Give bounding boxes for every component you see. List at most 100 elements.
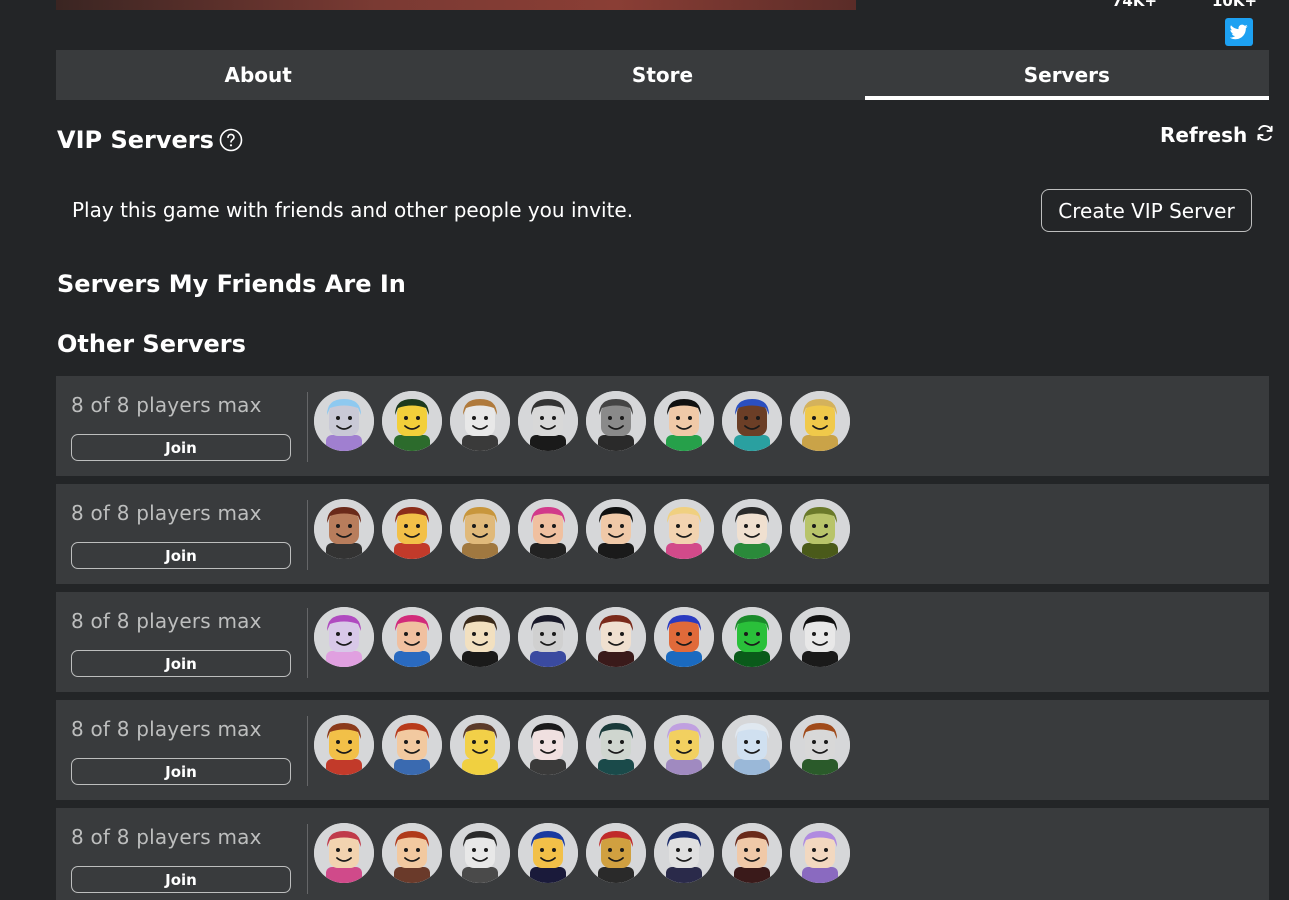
- player-avatar[interactable]: [722, 391, 782, 451]
- tab-store[interactable]: Store: [460, 50, 864, 100]
- avatar-headshot-icon: [382, 499, 442, 559]
- player-avatar[interactable]: [314, 391, 374, 451]
- player-avatar[interactable]: [518, 823, 578, 883]
- player-avatar[interactable]: [450, 823, 510, 883]
- player-avatar[interactable]: [450, 499, 510, 559]
- row-divider: [307, 392, 308, 462]
- player-avatar[interactable]: [790, 823, 850, 883]
- tab-about[interactable]: About: [56, 50, 460, 100]
- player-avatar[interactable]: [518, 607, 578, 667]
- player-avatar[interactable]: [382, 499, 442, 559]
- server-row: 8 of 8 players max Join: [56, 592, 1269, 692]
- player-avatars: [314, 499, 850, 559]
- friends-servers-title: Servers My Friends Are In: [57, 270, 406, 298]
- player-avatar[interactable]: [722, 715, 782, 775]
- player-avatar[interactable]: [790, 499, 850, 559]
- avatar-headshot-icon: [790, 499, 850, 559]
- avatar-headshot-icon: [382, 715, 442, 775]
- player-avatar[interactable]: [450, 391, 510, 451]
- join-button[interactable]: Join: [71, 434, 291, 461]
- vip-servers-title: VIP Servers: [57, 126, 214, 154]
- player-avatar[interactable]: [450, 715, 510, 775]
- avatar-headshot-icon: [450, 607, 510, 667]
- player-avatar[interactable]: [654, 499, 714, 559]
- player-avatar[interactable]: [654, 391, 714, 451]
- avatar-headshot-icon: [722, 499, 782, 559]
- avatar-headshot-icon: [790, 715, 850, 775]
- avatar-headshot-icon: [654, 499, 714, 559]
- avatar-headshot-icon: [314, 607, 374, 667]
- player-avatar[interactable]: [450, 607, 510, 667]
- player-avatar[interactable]: [790, 715, 850, 775]
- player-avatar[interactable]: [790, 391, 850, 451]
- player-avatar[interactable]: [586, 823, 646, 883]
- help-icon[interactable]: [219, 128, 243, 152]
- player-avatars: [314, 607, 850, 667]
- avatar-headshot-icon: [518, 499, 578, 559]
- vip-description: Play this game with friends and other pe…: [72, 198, 634, 222]
- avatar-headshot-icon: [586, 499, 646, 559]
- row-divider: [307, 608, 308, 678]
- player-avatar[interactable]: [586, 499, 646, 559]
- player-avatar[interactable]: [314, 715, 374, 775]
- player-avatar[interactable]: [518, 715, 578, 775]
- avatar-headshot-icon: [450, 391, 510, 451]
- avatar-headshot-icon: [722, 607, 782, 667]
- avatar-headshot-icon: [382, 391, 442, 451]
- avatar-headshot-icon: [314, 823, 374, 883]
- other-servers-title: Other Servers: [57, 330, 246, 358]
- player-avatar[interactable]: [314, 607, 374, 667]
- twitter-icon[interactable]: [1225, 18, 1253, 46]
- player-avatar[interactable]: [654, 715, 714, 775]
- refresh-button[interactable]: Refresh: [1160, 122, 1275, 148]
- game-tabs: About Store Servers: [56, 50, 1270, 100]
- create-vip-server-button[interactable]: Create VIP Server: [1041, 189, 1252, 232]
- server-list: 8 of 8 players max Join 8 of 8 players max…: [56, 376, 1269, 900]
- player-avatar[interactable]: [722, 607, 782, 667]
- player-avatar[interactable]: [722, 823, 782, 883]
- avatar-headshot-icon: [790, 823, 850, 883]
- player-avatar[interactable]: [382, 823, 442, 883]
- avatar-headshot-icon: [586, 715, 646, 775]
- avatar-headshot-icon: [586, 823, 646, 883]
- server-player-count: 8 of 8 players max: [71, 825, 262, 849]
- player-avatar[interactable]: [654, 607, 714, 667]
- join-button[interactable]: Join: [71, 758, 291, 785]
- stat-visits: 10K+: [1212, 0, 1258, 10]
- player-avatar[interactable]: [586, 391, 646, 451]
- avatar-headshot-icon: [314, 715, 374, 775]
- player-avatar[interactable]: [382, 391, 442, 451]
- server-row: 8 of 8 players max Join: [56, 808, 1269, 900]
- join-button[interactable]: Join: [71, 542, 291, 569]
- player-avatar[interactable]: [382, 715, 442, 775]
- avatar-headshot-icon: [518, 391, 578, 451]
- player-avatar[interactable]: [314, 823, 374, 883]
- player-avatar[interactable]: [382, 607, 442, 667]
- player-avatar[interactable]: [790, 607, 850, 667]
- avatar-headshot-icon: [654, 715, 714, 775]
- row-divider: [307, 716, 308, 786]
- row-divider: [307, 824, 308, 894]
- server-player-count: 8 of 8 players max: [71, 393, 262, 417]
- avatar-headshot-icon: [518, 715, 578, 775]
- avatar-headshot-icon: [790, 607, 850, 667]
- refresh-label: Refresh: [1160, 123, 1248, 147]
- player-avatar[interactable]: [722, 499, 782, 559]
- server-player-count: 8 of 8 players max: [71, 609, 262, 633]
- player-avatar[interactable]: [314, 499, 374, 559]
- avatar-headshot-icon: [654, 391, 714, 451]
- avatar-headshot-icon: [586, 391, 646, 451]
- player-avatar[interactable]: [518, 499, 578, 559]
- join-button[interactable]: Join: [71, 866, 291, 893]
- avatar-headshot-icon: [518, 823, 578, 883]
- server-row: 8 of 8 players max Join: [56, 376, 1269, 476]
- player-avatar[interactable]: [654, 823, 714, 883]
- player-avatar[interactable]: [586, 607, 646, 667]
- avatar-headshot-icon: [722, 823, 782, 883]
- tab-servers[interactable]: Servers: [864, 50, 1270, 100]
- player-avatar[interactable]: [518, 391, 578, 451]
- server-info: 8 of 8 players max: [71, 393, 293, 417]
- join-button[interactable]: Join: [71, 650, 291, 677]
- avatar-headshot-icon: [450, 715, 510, 775]
- player-avatar[interactable]: [586, 715, 646, 775]
